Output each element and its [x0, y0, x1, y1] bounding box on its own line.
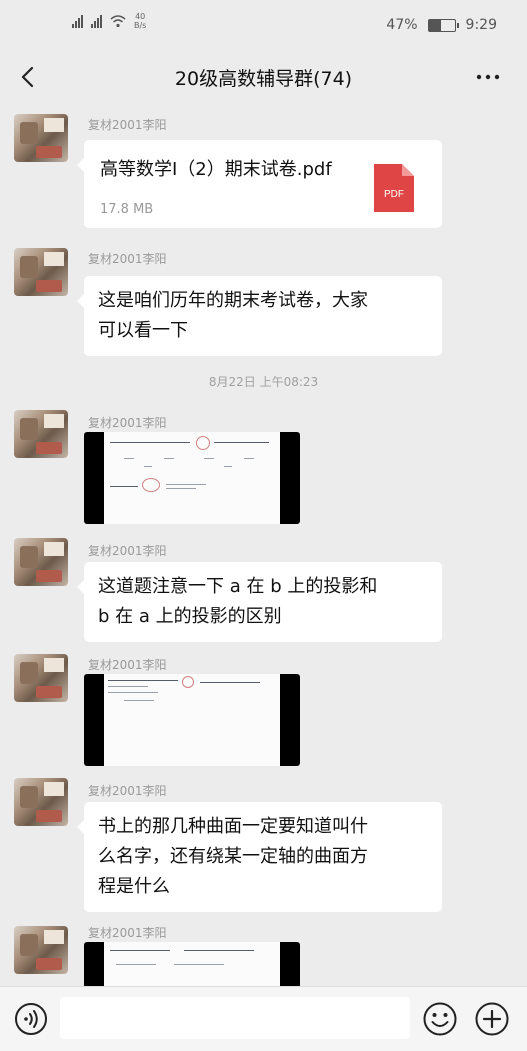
avatar[interactable]	[14, 538, 68, 586]
sender-name: 复材2001李阳	[88, 658, 167, 672]
file-name: 高等数学Ⅰ（2）期末试卷.pdf	[100, 159, 332, 180]
time-divider: 8月22日 上午08:23	[208, 375, 319, 389]
signal-icon-1	[72, 14, 83, 28]
input-bar	[0, 986, 527, 1051]
text-message[interactable]: 这是咱们历年的期末考试卷，大家 可以看一下	[77, 276, 442, 356]
plus-icon[interactable]	[474, 1001, 510, 1037]
wifi-icon	[110, 14, 126, 27]
svg-text:PDF: PDF	[384, 189, 404, 200]
status-bar: 40 B/s 47% 9:29	[0, 0, 527, 52]
file-size: 17.8 MB	[100, 202, 154, 217]
battery-icon	[427, 18, 459, 32]
sender-name: 复材2001李阳	[88, 784, 167, 798]
emoji-icon[interactable]	[422, 1001, 458, 1037]
avatar[interactable]	[14, 778, 68, 826]
sender-name: 复材2001李阳	[88, 118, 167, 132]
sender-name: 复材2001李阳	[88, 544, 167, 558]
battery-fill	[428, 19, 441, 31]
voice-icon[interactable]	[14, 1002, 48, 1036]
message-line: 程是什么	[98, 876, 170, 897]
avatar[interactable]	[14, 926, 68, 974]
image-message[interactable]	[84, 674, 300, 766]
more-dots-icon[interactable]	[473, 65, 503, 89]
avatar[interactable]	[14, 410, 68, 458]
status-right: 47% 9:29	[386, 17, 497, 33]
net-speed-value: 40	[135, 12, 146, 21]
message-line: 可以看一下	[98, 320, 188, 341]
message-input[interactable]	[60, 997, 410, 1039]
net-speed: 40 B/s	[134, 12, 146, 30]
image-content	[104, 432, 280, 524]
image-content	[104, 674, 280, 766]
avatar[interactable]	[14, 248, 68, 296]
pdf-file-icon: PDF	[374, 164, 414, 212]
avatar[interactable]	[14, 654, 68, 702]
file-message[interactable]: 高等数学Ⅰ（2）期末试卷.pdf 17.8 MB PDF	[77, 140, 442, 228]
message-line: 书上的那几种曲面一定要知道叫什	[98, 816, 368, 837]
status-time: 9:29	[465, 17, 497, 33]
avatar[interactable]	[14, 114, 68, 162]
message-line: 这是咱们历年的期末考试卷，大家	[98, 290, 368, 311]
chat-title: 20级高数辅导群(74)	[174, 68, 353, 90]
message-line: b 在 a 上的投影的区别	[98, 606, 282, 627]
text-message[interactable]: 这道题注意一下 a 在 b 上的投影和 b 在 a 上的投影的区别	[77, 562, 442, 642]
text-message[interactable]: 书上的那几种曲面一定要知道叫什 么名字，还有绕某一定轴的曲面方 程是什么	[77, 802, 442, 912]
sender-name: 复材2001李阳	[88, 416, 167, 430]
message-line: 这道题注意一下 a 在 b 上的投影和	[98, 576, 378, 597]
chat-header: 20级高数辅导群(74)	[0, 52, 527, 104]
image-message[interactable]	[84, 432, 300, 524]
status-left: 40 B/s	[72, 12, 146, 30]
net-speed-unit: B/s	[134, 21, 147, 30]
signal-icon-2	[91, 14, 102, 28]
battery-percent: 47%	[386, 17, 418, 33]
message-line: 么名字，还有绕某一定轴的曲面方	[98, 846, 368, 867]
sender-name: 复材2001李阳	[88, 252, 167, 266]
sender-name: 复材2001李阳	[88, 926, 167, 940]
